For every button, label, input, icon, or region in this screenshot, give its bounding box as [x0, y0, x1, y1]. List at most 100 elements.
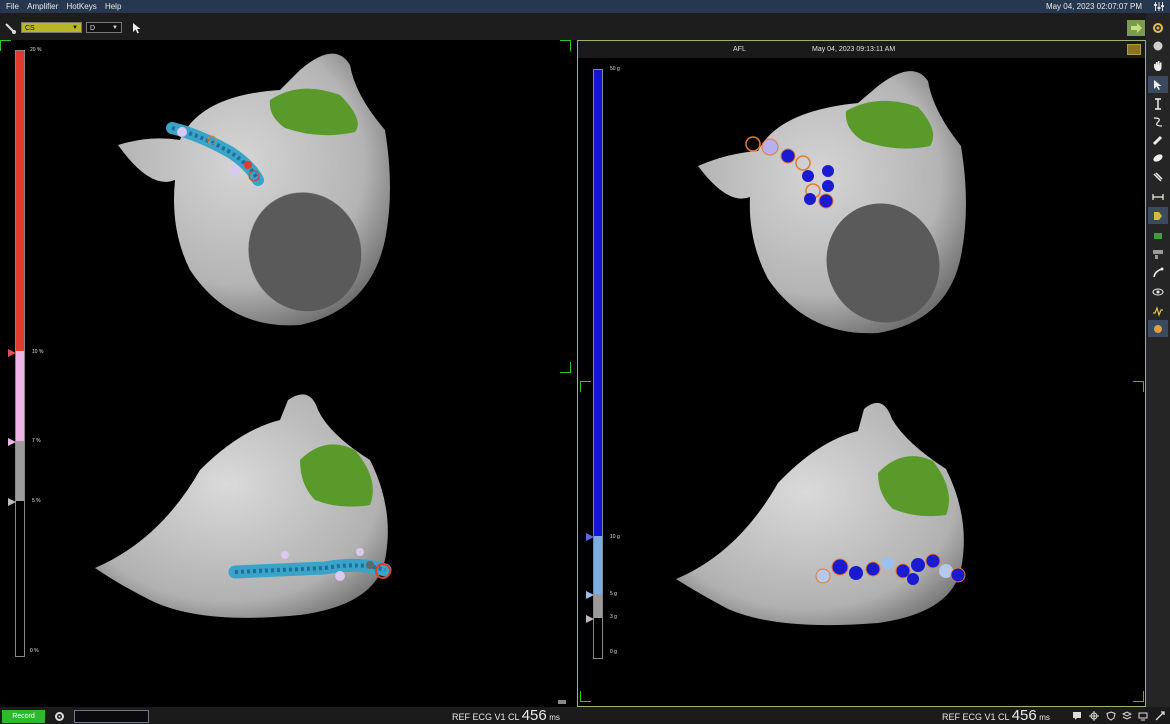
target-icon[interactable]: [1089, 711, 1099, 721]
eraser-button[interactable]: [1148, 149, 1168, 166]
curve-button[interactable]: [1148, 113, 1168, 130]
chevron-down-icon: ▼: [72, 25, 78, 31]
scale-handle-low[interactable]: [8, 498, 16, 506]
chat-icon[interactable]: [1072, 711, 1082, 721]
label-button[interactable]: [1148, 207, 1168, 224]
cycle-length-readout: REF ECG V1 CL 456 ms: [942, 708, 1050, 724]
cursor-icon[interactable]: [132, 22, 142, 34]
catheter-select-value: CS: [25, 25, 35, 32]
catheter-select[interactable]: CS ▼: [21, 22, 82, 33]
lesion-button[interactable]: [1148, 320, 1168, 337]
scale-handle-mid[interactable]: [586, 591, 594, 599]
scale-label-mid: 7 %: [32, 438, 41, 444]
menu-hotkeys[interactable]: HotKeys: [66, 0, 96, 13]
pointer-icon: [1154, 80, 1162, 90]
measure-icon: [1152, 194, 1164, 200]
layers-button[interactable]: [1148, 245, 1168, 262]
cl-label: REF ECG V1 CL: [452, 712, 520, 722]
scale-label-low: 3 g: [610, 614, 617, 620]
scale-label-max: 20 %: [30, 47, 42, 53]
cl-value: 456: [521, 707, 547, 724]
pan-button[interactable]: [1148, 57, 1168, 74]
mode-select-value: D: [90, 25, 96, 32]
select-button[interactable]: [1148, 76, 1168, 93]
connection-icon[interactable]: [1155, 711, 1165, 721]
scale-label-high: 10 g: [610, 534, 620, 540]
layers-icon: [1153, 250, 1163, 259]
force-scale-bar[interactable]: [593, 69, 603, 659]
main-toolbar: CS ▼ D ▼: [0, 13, 1146, 40]
scale-handle-high[interactable]: [586, 533, 594, 541]
scale-handle-low[interactable]: [586, 615, 594, 623]
force-map-viewport[interactable]: AFL May 04, 2023 09:13:11 AM 50 g 10 g 5…: [577, 40, 1146, 707]
signal-button[interactable]: [1148, 302, 1168, 319]
hand-icon: [1154, 61, 1162, 71]
scale-label-low: 5 %: [32, 498, 41, 504]
label-icon: [1154, 212, 1162, 220]
status-input[interactable]: [74, 710, 149, 723]
layers-icon[interactable]: [1122, 711, 1132, 721]
catheter-icon[interactable]: [4, 22, 16, 34]
measure-button[interactable]: [1148, 188, 1168, 205]
cl-label: REF ECG V1 CL: [942, 712, 1010, 722]
menu-file[interactable]: File: [6, 0, 19, 13]
catheter-icon: [1153, 267, 1164, 278]
slash-button[interactable]: [1148, 168, 1168, 185]
curve-icon: [1153, 117, 1163, 127]
slash-icon: [1153, 172, 1163, 182]
pencil-button[interactable]: [1148, 131, 1168, 148]
scale-segment-gray: [16, 441, 24, 501]
resize-handle[interactable]: [558, 700, 566, 704]
cl-value: 456: [1011, 707, 1037, 724]
menu-help[interactable]: Help: [105, 0, 121, 13]
scale-handle-mid[interactable]: [8, 438, 16, 446]
scale-label-min: 0 g: [610, 649, 617, 655]
corner-marker: [560, 362, 571, 373]
scale-label-max: 50 g: [610, 66, 620, 72]
shield-icon[interactable]: [1106, 711, 1116, 721]
chevron-down-icon: ▼: [112, 25, 118, 31]
record-button[interactable]: Record: [2, 710, 45, 723]
gear-icon[interactable]: [54, 711, 65, 722]
surface-icon: [1154, 233, 1162, 239]
voltage-scale-bar[interactable]: [15, 50, 25, 657]
corner-marker: [1133, 691, 1144, 702]
settings-icon: [1153, 23, 1163, 33]
corner-marker: [580, 691, 591, 702]
signal-icon: [1153, 306, 1163, 317]
scale-segment-red: [16, 51, 24, 351]
mixer-icon[interactable]: [1154, 2, 1164, 11]
visibility-button[interactable]: [1148, 283, 1168, 300]
cl-unit: ms: [549, 713, 560, 722]
tool-sidebar: [1146, 13, 1170, 707]
pencil-icon: [1152, 135, 1163, 146]
surface-button[interactable]: [1148, 227, 1168, 244]
scale-segment-blue: [594, 70, 602, 536]
visibility-icon: [1152, 288, 1164, 296]
scale-segment-gray: [594, 594, 602, 618]
corner-marker: [1133, 381, 1144, 392]
mode-select[interactable]: D ▼: [86, 22, 122, 33]
lesion-icon: [1154, 325, 1162, 333]
caliper-icon: [1155, 98, 1161, 110]
heart-model-3d[interactable]: [0, 40, 577, 704]
arrow-right-icon: [1131, 23, 1142, 33]
caliper-button[interactable]: [1148, 95, 1168, 112]
menu-amplifier[interactable]: Amplifier: [27, 0, 58, 13]
forward-button[interactable]: [1127, 20, 1145, 36]
monitor-icon[interactable]: [1138, 711, 1148, 721]
heart-model-3d[interactable]: [578, 41, 1145, 706]
scale-handle-high[interactable]: [8, 349, 16, 357]
voltage-map-viewport[interactable]: 20 % 10 % 7 % 5 % 0 %: [0, 40, 577, 704]
corner-marker: [0, 40, 11, 51]
sphere-icon: [1153, 41, 1163, 51]
settings-button[interactable]: [1148, 19, 1168, 36]
catheter-button[interactable]: [1148, 264, 1168, 281]
scale-label-min: 0 %: [30, 648, 39, 654]
cycle-length-readout: REF ECG V1 CL 456 ms: [452, 708, 560, 724]
system-clock: May 04, 2023 02:07:07 PM: [1045, 2, 1142, 11]
scale-label-mid: 5 g: [610, 591, 617, 597]
corner-marker: [560, 40, 571, 51]
sphere-button[interactable]: [1148, 37, 1168, 54]
menu-bar: File Amplifier HotKeys Help May 04, 2023…: [0, 0, 1170, 13]
